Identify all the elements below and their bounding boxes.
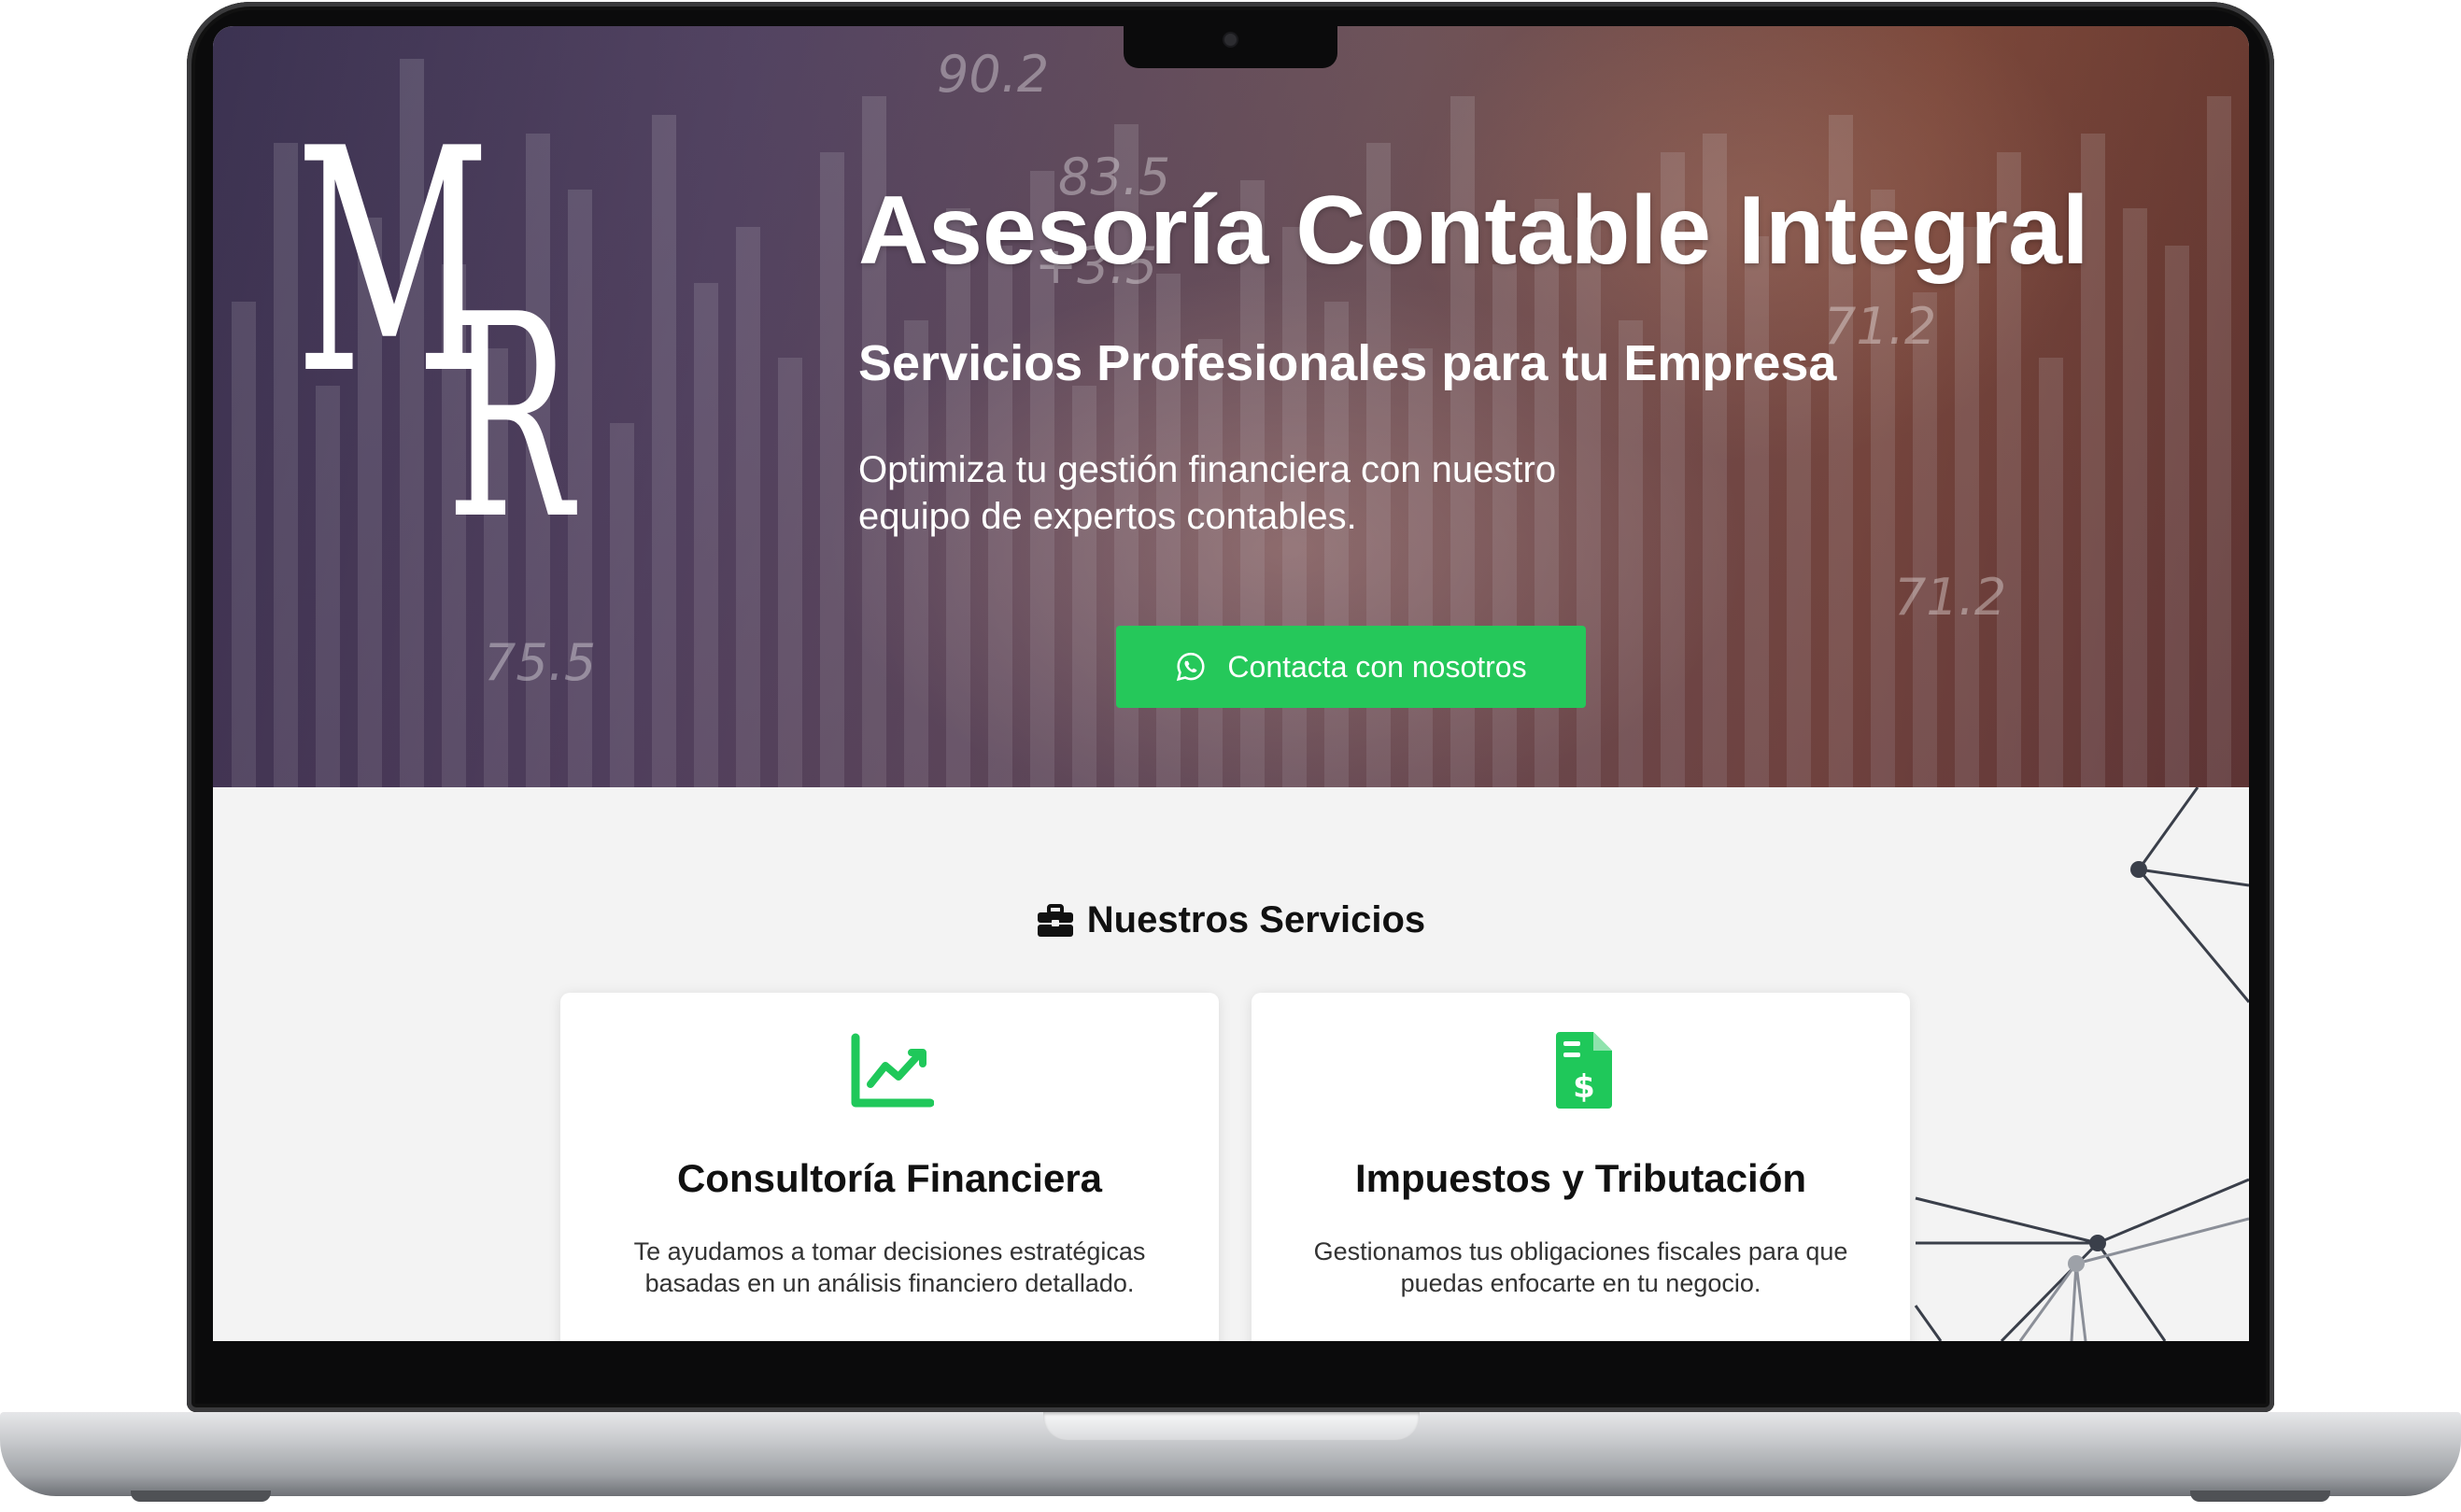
services-heading-label: Nuestros Servicios [1086, 899, 1426, 940]
hero-subtitle: Servicios Profesionales para tu Empresa [858, 335, 1837, 391]
hero-description: Optimiza tu gestión financiera con nuest… [858, 449, 1557, 537]
whatsapp-icon [1177, 652, 1205, 682]
background-number: 90.2 [937, 45, 1050, 104]
services-heading: Nuestros Servicios [213, 899, 2249, 941]
logo-letter-r: R [446, 255, 573, 581]
laptop-opening-notch [1043, 1412, 1420, 1440]
briefcase-icon [1037, 903, 1073, 937]
browser-screen: 90.2 83.5 +3.5 71.2 71.2 75.5 M R Asesor… [213, 26, 2249, 1341]
contact-button[interactable]: Contacta con nosotros [1116, 626, 1586, 708]
laptop-foot-left [131, 1491, 271, 1502]
service-card-text: Gestionamos tus obligaciones fiscales pa… [1313, 1237, 1848, 1297]
laptop-foot-right [2190, 1491, 2330, 1502]
chart-line-icon [851, 1033, 934, 1108]
service-card-title: Impuestos y Tributación [1354, 1156, 1807, 1200]
background-number: 75.5 [484, 633, 597, 692]
contact-button-label: Contacta con nosotros [1227, 649, 1527, 684]
file-invoice-dollar-icon: $ [1556, 1032, 1612, 1109]
service-card-consultoria[interactable]: Consultoría Financiera Te ayudamos a tom… [560, 993, 1219, 1341]
camera-notch [1124, 26, 1337, 68]
network-decoration [1914, 787, 2249, 1341]
background-number: 71.2 [1894, 568, 2007, 627]
service-card-title: Consultoría Financiera [676, 1156, 1103, 1200]
service-card-text: Te ayudamos a tomar decisiones estratégi… [633, 1237, 1146, 1297]
background-number: 71.2 [1824, 297, 1937, 356]
hero-title: Asesoría Contable Integral [858, 177, 2089, 285]
camera-icon [1224, 34, 1237, 46]
hero-section: 90.2 83.5 +3.5 71.2 71.2 75.5 M R Asesor… [213, 26, 2249, 787]
svg-text:$: $ [1573, 1068, 1595, 1106]
service-card-impuestos[interactable]: $ Impuestos y Tributación Gestionamos tu… [1252, 993, 1910, 1341]
